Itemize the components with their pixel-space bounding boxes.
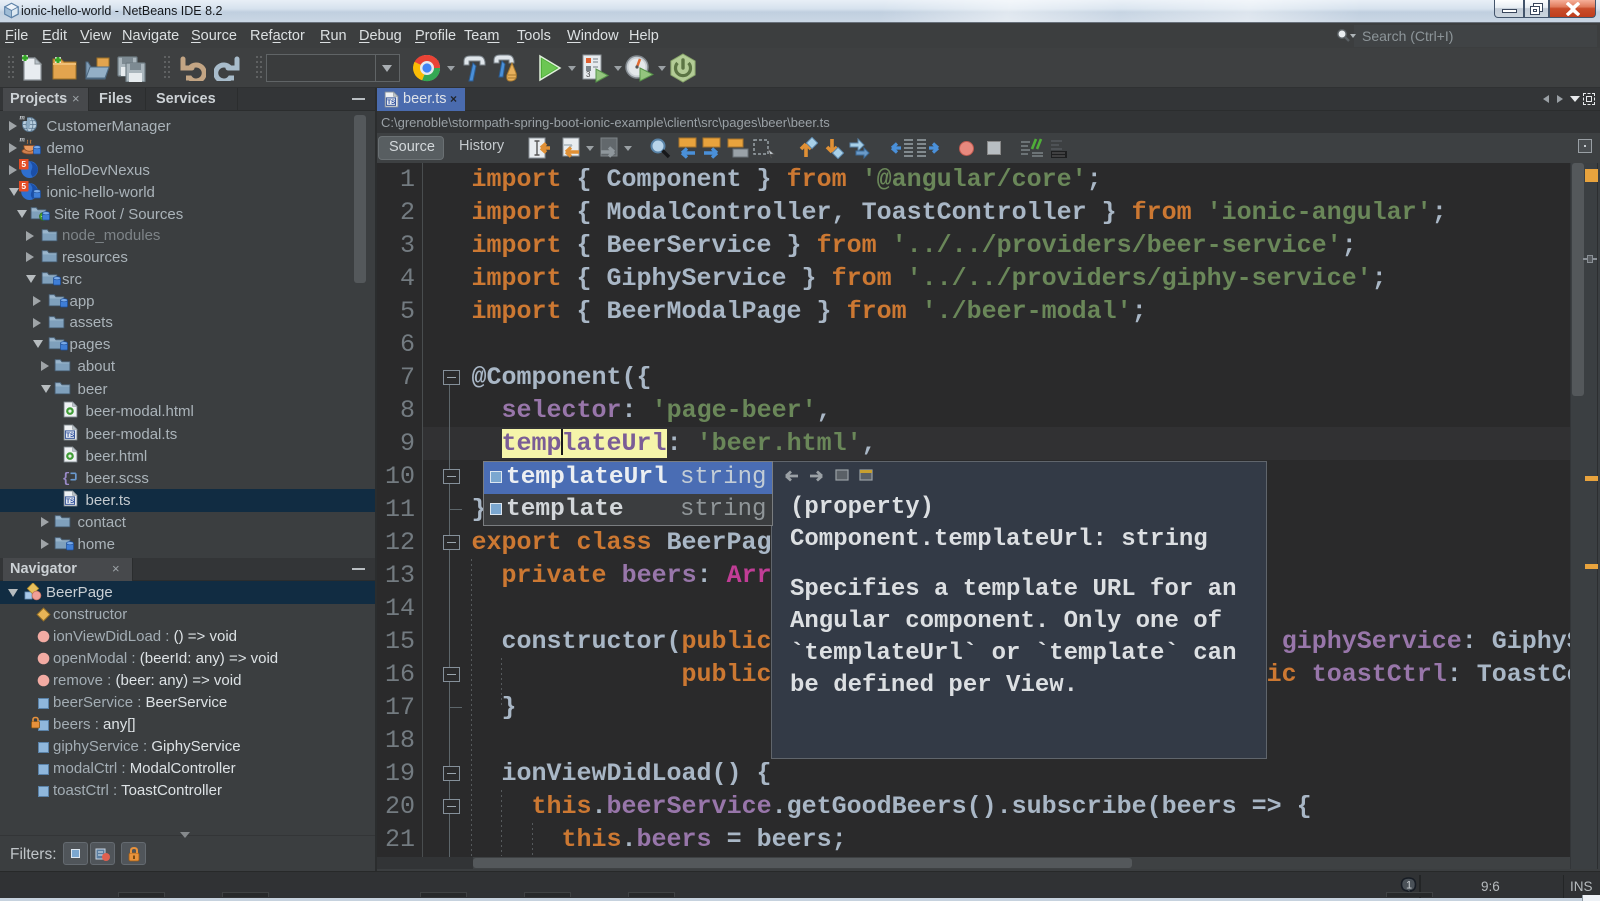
svg-text:1: 1 (1406, 880, 1412, 892)
svg-text:3: 3 (586, 70, 591, 79)
